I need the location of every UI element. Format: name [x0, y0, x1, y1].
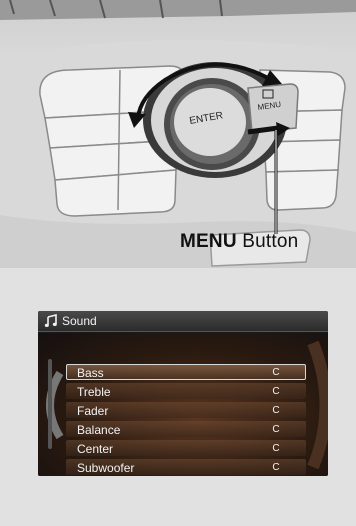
menu-item-value: C: [272, 386, 280, 397]
sound-menu-list: Bass C Treble C Fader C Balance C Center C Subwoof…: [66, 363, 309, 476]
menu-item-label: Center: [77, 442, 114, 456]
screen-header: Sound: [38, 311, 328, 332]
menu-item-value: C: [272, 443, 280, 454]
callout-bold: MENU: [180, 231, 237, 252]
menu-item-label: Subwoofer: [77, 461, 135, 475]
menu-item-label: Fader: [77, 404, 109, 418]
menu-item-value: C: [272, 405, 280, 416]
menu-item-label: Bass: [77, 366, 104, 380]
screen-title: Sound: [62, 314, 97, 328]
screen-body: Bass C Treble C Fader C Balance C Center C Subwoof…: [38, 333, 328, 476]
menu-item-value: C: [272, 462, 280, 473]
console-drawing: ENTER MENU: [0, 0, 356, 268]
sound-screen: Sound Bass C Treble C Fader C Balance C Center C S…: [38, 311, 328, 476]
menu-item-bass[interactable]: Bass C: [66, 363, 309, 382]
music-note-icon: [44, 314, 57, 327]
menu-item-treble[interactable]: Treble C: [66, 382, 309, 401]
console-illustration: ENTER MENU MENU Button: [0, 0, 356, 268]
scrollbar[interactable]: [48, 359, 52, 449]
menu-item-value: C: [272, 424, 280, 435]
menu-button-callout: MENU Button: [180, 231, 298, 253]
menu-item-label: Treble: [77, 385, 111, 399]
menu-item-subwoofer[interactable]: Subwoofer C: [66, 458, 309, 476]
menu-item-balance[interactable]: Balance C: [66, 420, 309, 439]
menu-item-center[interactable]: Center C: [66, 439, 309, 458]
menu-item-label: Balance: [77, 423, 121, 437]
menu-item-fader[interactable]: Fader C: [66, 401, 309, 420]
menu-item-value: C: [272, 367, 280, 378]
callout-rest: Button: [242, 231, 299, 252]
